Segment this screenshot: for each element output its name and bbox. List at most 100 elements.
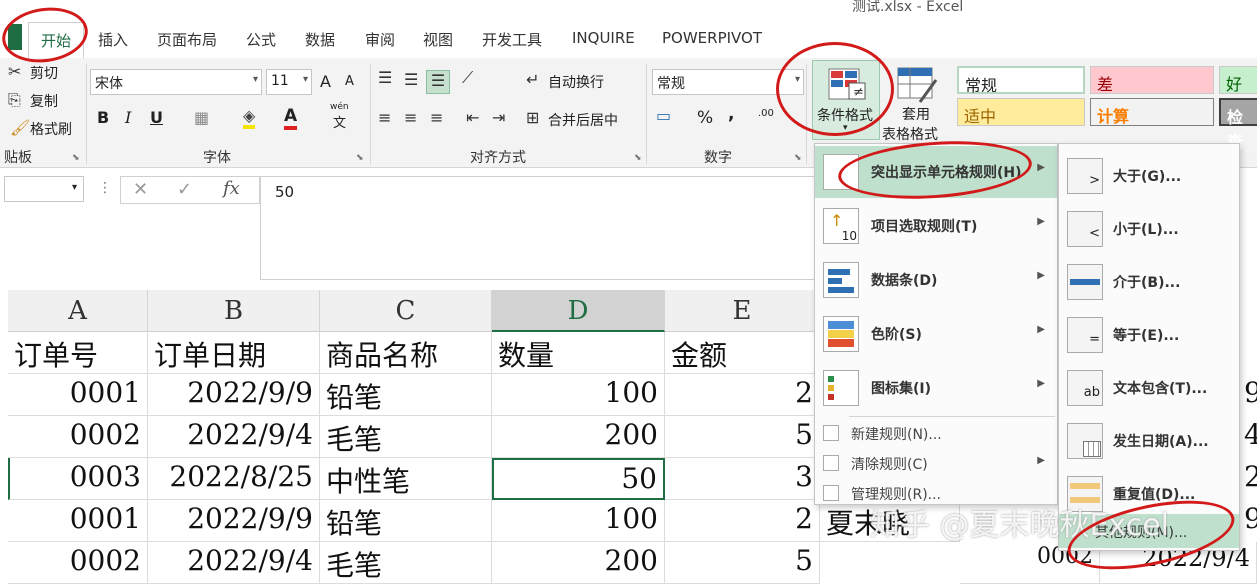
cell-d1[interactable]: 数量: [492, 332, 665, 374]
tab-review[interactable]: 审阅: [365, 29, 395, 50]
tab-powerpivot[interactable]: POWERPIVOT: [662, 29, 762, 47]
border-icon[interactable]: ▦: [194, 108, 209, 127]
cell-a1[interactable]: 订单号: [8, 332, 148, 374]
increase-indent-icon[interactable]: ⇥: [492, 108, 505, 127]
currency-icon[interactable]: ▭: [656, 106, 671, 125]
font-color-button[interactable]: A: [284, 106, 298, 130]
column-header-b[interactable]: B: [148, 290, 320, 332]
tab-insert[interactable]: 插入: [98, 29, 128, 50]
increase-decimal-button[interactable]: .00: [758, 108, 774, 119]
copy-button[interactable]: 复制: [30, 91, 58, 111]
cell-c1[interactable]: 商品名称: [320, 332, 492, 374]
column-header-d[interactable]: D: [492, 290, 665, 332]
clipboard-launcher-icon[interactable]: ⬊: [72, 153, 80, 163]
menu-item-clear-rules[interactable]: 清除规则(C) ▶: [815, 448, 1057, 478]
submenu-item-less-than[interactable]: < 小于(L)...: [1059, 201, 1239, 253]
format-as-table-label-2[interactable]: 表格格式: [882, 124, 938, 144]
alignment-launcher-icon[interactable]: ⬊: [634, 153, 642, 163]
merge-center-button[interactable]: 合并后居中: [548, 110, 618, 130]
style-normal[interactable]: 常规: [957, 66, 1085, 95]
menu-item-icon-sets[interactable]: 图标集(I) ▶: [815, 362, 1057, 414]
menu-item-new-rule[interactable]: 新建规则(N)...: [815, 418, 1057, 448]
tab-formulas[interactable]: 公式: [246, 29, 276, 50]
style-neutral[interactable]: 适中: [957, 98, 1085, 126]
menu-item-top-bottom-rules[interactable]: ↑ 10 项目选取规则(T) ▶: [815, 200, 1057, 252]
cell-b6[interactable]: 2022/9/4: [148, 542, 320, 584]
italic-button[interactable]: I: [125, 108, 131, 127]
name-box[interactable]: ▾: [4, 176, 84, 202]
cell-a6[interactable]: 0002: [8, 542, 148, 584]
percent-button[interactable]: %: [697, 108, 713, 128]
enter-icon[interactable]: ✓: [177, 179, 192, 200]
cell-a5[interactable]: 0001: [8, 500, 148, 542]
align-right-icon[interactable]: ≡: [430, 108, 443, 127]
cell-e5[interactable]: 2: [665, 500, 820, 542]
wrap-text-button[interactable]: 自动换行: [548, 72, 604, 92]
tab-developer[interactable]: 开发工具: [482, 29, 542, 50]
submenu-item-between[interactable]: 介于(B)...: [1059, 254, 1239, 306]
cell-e2[interactable]: 2: [665, 374, 820, 416]
font-launcher-icon[interactable]: ⬊: [356, 153, 364, 163]
grow-font-button[interactable]: A: [320, 72, 331, 91]
insert-function-icon[interactable]: fx: [223, 178, 240, 199]
shrink-font-button[interactable]: A: [345, 74, 354, 89]
menu-item-data-bars[interactable]: 数据条(D) ▶: [815, 254, 1057, 306]
tab-page-layout[interactable]: 页面布局: [157, 29, 217, 50]
cell-a4[interactable]: 0003: [8, 458, 148, 500]
cell-b2[interactable]: 2022/9/9: [148, 374, 320, 416]
cell-e6[interactable]: 5: [665, 542, 820, 584]
tab-inquire[interactable]: INQUIRE: [572, 29, 635, 47]
underline-button[interactable]: U: [150, 108, 163, 127]
number-launcher-icon[interactable]: ⬊: [794, 153, 802, 163]
cell-a3[interactable]: 0002: [8, 416, 148, 458]
cell-b3[interactable]: 2022/9/4: [148, 416, 320, 458]
align-middle-icon[interactable]: ☰: [404, 70, 418, 89]
cell-b5[interactable]: 2022/9/9: [148, 500, 320, 542]
submenu-item-text-contains[interactable]: ab 文本包含(T)...: [1059, 360, 1239, 412]
cell-a2[interactable]: 0001: [8, 374, 148, 416]
font-size-combo[interactable]: 11 ▾: [266, 69, 312, 95]
style-check-cell[interactable]: 检查: [1219, 98, 1257, 151]
cell-c4[interactable]: 中性笔: [320, 458, 492, 500]
cell-e4[interactable]: 3: [665, 458, 820, 500]
cell-c2[interactable]: 铅笔: [320, 374, 492, 416]
submenu-item-greater-than[interactable]: > 大于(G)...: [1059, 148, 1239, 200]
cancel-icon[interactable]: ✕: [133, 179, 148, 200]
cell-b1[interactable]: 订单日期: [148, 332, 320, 374]
align-top-icon[interactable]: ☰: [378, 68, 392, 87]
cell-d3[interactable]: 200: [492, 416, 665, 458]
align-bottom-icon[interactable]: ☰: [426, 70, 450, 94]
phonetic-button[interactable]: wén: [330, 102, 349, 112]
cell-c6[interactable]: 毛笔: [320, 542, 492, 584]
cell-d2[interactable]: 100: [492, 374, 665, 416]
comma-button[interactable]: ,: [728, 104, 734, 124]
orientation-icon[interactable]: ⟋: [462, 68, 473, 88]
cell-c5[interactable]: 铅笔: [320, 500, 492, 542]
menu-item-color-scales[interactable]: 色阶(S) ▶: [815, 308, 1057, 360]
format-painter-button[interactable]: 格式刷: [30, 119, 72, 139]
formula-input[interactable]: 50: [260, 176, 820, 280]
submenu-item-equal-to[interactable]: = 等于(E)...: [1059, 307, 1239, 359]
cell-c3[interactable]: 毛笔: [320, 416, 492, 458]
cell-e1[interactable]: 金额: [665, 332, 820, 374]
font-name-combo[interactable]: 宋体 ▾: [90, 69, 262, 95]
fill-color-icon[interactable]: ◈: [243, 106, 256, 129]
cell-e3[interactable]: 5: [665, 416, 820, 458]
cell-d4-active[interactable]: 50: [492, 458, 665, 500]
style-good[interactable]: 好: [1219, 66, 1257, 94]
submenu-item-date-occurring[interactable]: 发生日期(A)...: [1059, 413, 1239, 465]
tab-data[interactable]: 数据: [305, 29, 335, 50]
cell-b4[interactable]: 2022/8/25: [148, 458, 320, 500]
cut-button[interactable]: 剪切: [30, 63, 58, 83]
format-as-table-label-1[interactable]: 套用: [902, 104, 930, 124]
column-header-e[interactable]: E: [665, 290, 820, 332]
bold-button[interactable]: B: [97, 108, 109, 127]
style-bad[interactable]: 差: [1090, 66, 1214, 94]
cell-d6[interactable]: 200: [492, 542, 665, 584]
cell-d5[interactable]: 100: [492, 500, 665, 542]
tab-view[interactable]: 视图: [423, 29, 453, 50]
decrease-indent-icon[interactable]: ⇤: [466, 108, 479, 127]
column-header-a[interactable]: A: [8, 290, 148, 332]
column-header-c[interactable]: C: [320, 290, 492, 332]
align-left-icon[interactable]: ≡: [378, 108, 391, 127]
